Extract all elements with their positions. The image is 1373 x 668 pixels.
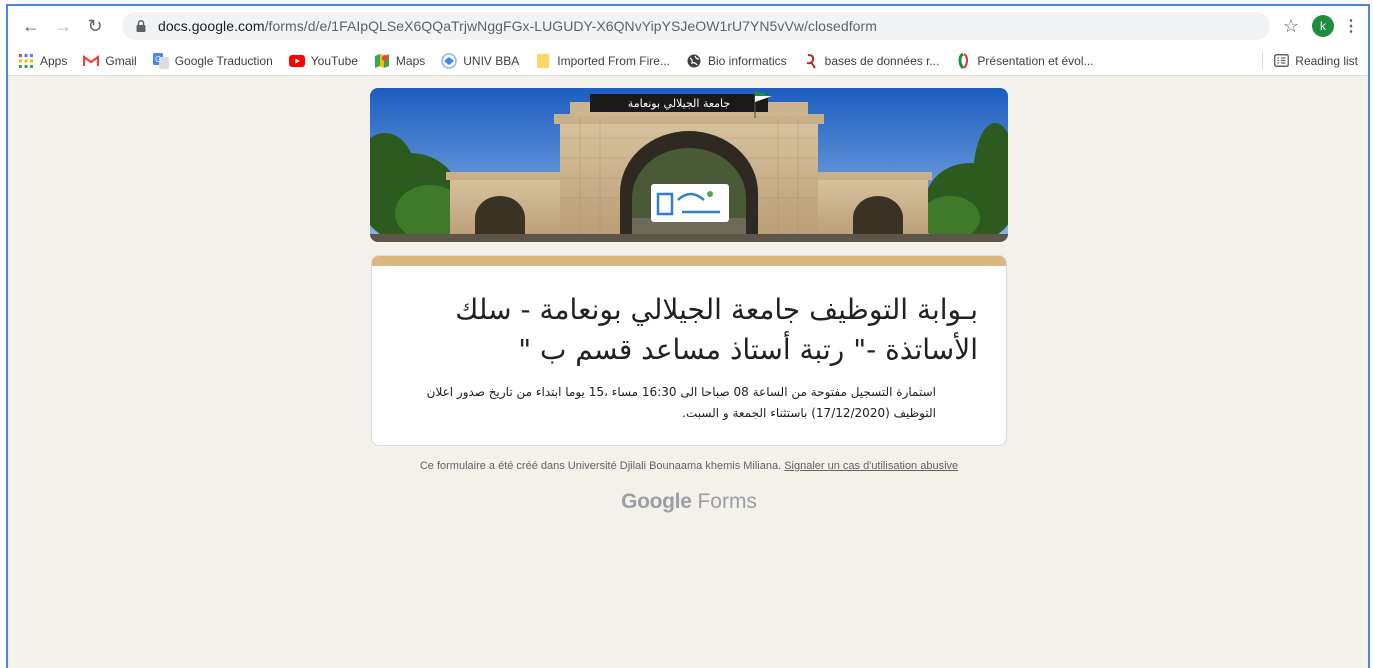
reading-list-button[interactable]: Reading list [1273, 53, 1358, 69]
form-description: استمارة التسجيل مفتوحة من الساعة 08 صباح… [426, 385, 936, 420]
bookmark-bases-donnees[interactable]: bases de données r... [803, 53, 940, 69]
bookmark-label: UNIV BBA [463, 53, 520, 68]
bookmark-imported[interactable]: Imported From Fire... [535, 53, 670, 69]
brand-forms: Forms [697, 490, 757, 513]
google-forms-logo[interactable]: Google Forms [370, 490, 1008, 514]
gate-sign-text: جامعة الجيلالي بونعامة [628, 97, 730, 110]
browser-window: ← → ↻ docs.google.com/forms/d/e/1FAIpQLS… [6, 4, 1370, 668]
bookmark-label: Apps [40, 53, 68, 68]
bookmarks-bar: Apps Gmail G Google Traduction YouTube M… [8, 46, 1368, 76]
bookmark-label: bases de données r... [824, 53, 940, 68]
report-abuse-link[interactable]: Signaler un cas d'utilisation abusive [784, 460, 958, 472]
bookmark-youtube[interactable]: YouTube [288, 53, 358, 69]
bookmark-gmail[interactable]: Gmail [83, 53, 137, 69]
url-host: docs.google.com [158, 18, 265, 34]
reload-icon[interactable]: ↻ [82, 13, 108, 39]
university-logo [651, 184, 729, 222]
bookmark-label: Imported From Fire... [557, 53, 670, 68]
brand-google: Google [621, 490, 692, 513]
apps-icon [18, 53, 34, 69]
reading-list-label: Reading list [1295, 53, 1358, 68]
bookmark-bio-informatics[interactable]: Bio informatics [686, 53, 787, 69]
browser-toolbar: ← → ↻ docs.google.com/forms/d/e/1FAIpQLS… [8, 6, 1368, 46]
bookmark-maps[interactable]: Maps [374, 53, 425, 69]
back-icon[interactable]: ← [18, 13, 44, 39]
bookmark-label: Bio informatics [707, 53, 787, 68]
bookmark-univ-bba[interactable]: UNIV BBA [441, 52, 520, 69]
bookmark-apps[interactable]: Apps [18, 53, 67, 69]
maps-icon [374, 53, 390, 69]
bookmark-label: Maps [395, 53, 426, 68]
site-icon [803, 53, 819, 69]
form-title: بـوابة التوظيف جامعة الجيلالي بونعامة - … [455, 293, 978, 366]
form-page: جامعة الجيلالي بونعامة بـوابة التوظيف جا… [8, 76, 1368, 668]
forward-icon[interactable]: → [50, 13, 76, 39]
university-gate-illustration: جامعة الجيلالي بونعامة [370, 88, 1008, 242]
bookmark-label: YouTube [310, 53, 358, 68]
form-accent-bar [372, 256, 1006, 266]
form-header-image: جامعة الجيلالي بونعامة [370, 88, 1008, 242]
svg-text:G: G [155, 55, 161, 64]
profile-avatar[interactable]: k [1312, 15, 1334, 37]
univ-icon [441, 52, 458, 69]
bookmark-label: Présentation et évol... [977, 53, 1094, 68]
divider [1262, 51, 1264, 70]
gmail-icon [83, 53, 100, 69]
bookmark-label: Google Traduction [174, 53, 273, 68]
created-by-text: Ce formulaire a été créé dans Université… [419, 460, 782, 472]
url-path: /forms/d/e/1FAIpQLSeX6QQaTrjwNggFGx-LUGU… [264, 18, 877, 34]
globe-icon [686, 53, 702, 69]
menu-icon[interactable]: ⋮ [1342, 16, 1360, 36]
bookmark-presentation[interactable]: Présentation et évol... [955, 52, 1094, 69]
url-text[interactable]: docs.google.com/forms/d/e/1FAIpQLSeX6QQa… [158, 18, 1258, 34]
form-footer-note: Ce formulaire a été créé dans Université… [370, 460, 1008, 472]
address-bar[interactable]: docs.google.com/forms/d/e/1FAIpQLSeX6QQa… [122, 12, 1270, 40]
bookmark-label: Gmail [105, 53, 137, 68]
form-info-card: بـوابة التوظيف جامعة الجيلالي بونعامة - … [371, 255, 1007, 446]
lock-icon[interactable] [134, 19, 148, 33]
reading-list-icon [1273, 53, 1289, 69]
folder-icon [535, 53, 551, 69]
site-icon [955, 52, 971, 69]
youtube-icon [288, 53, 305, 69]
star-icon[interactable]: ☆ [1280, 16, 1302, 37]
bookmark-google-traduction[interactable]: G Google Traduction [152, 52, 273, 69]
translate-icon: G [152, 52, 169, 69]
